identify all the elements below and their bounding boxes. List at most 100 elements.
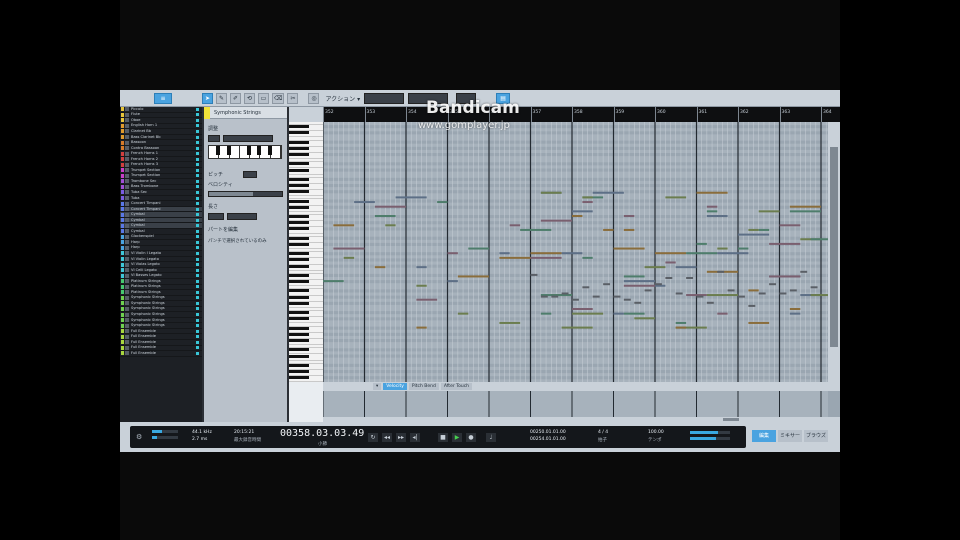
black-key[interactable]	[289, 205, 309, 209]
track-row[interactable]: Full Ensemble	[120, 351, 202, 357]
midi-note[interactable]	[769, 283, 777, 286]
black-key[interactable]	[289, 264, 309, 268]
length-button-2[interactable]	[227, 213, 257, 220]
note-grid-svg[interactable]	[323, 122, 828, 382]
midi-note[interactable]	[758, 210, 780, 213]
black-key[interactable]	[289, 311, 309, 315]
midi-note[interactable]	[603, 283, 611, 286]
undo-tool-button[interactable]: ⟲	[244, 92, 255, 104]
midi-note[interactable]	[457, 275, 489, 278]
key[interactable]	[250, 146, 262, 158]
midi-note[interactable]	[416, 266, 427, 269]
stop-button[interactable]: ■	[438, 433, 448, 442]
midi-note[interactable]	[789, 308, 801, 310]
black-key[interactable]	[289, 242, 309, 246]
black-key[interactable]	[289, 125, 309, 129]
midi-note[interactable]	[520, 228, 552, 231]
midi-note[interactable]	[789, 289, 797, 292]
split-tool-button[interactable]: ✂	[287, 92, 299, 104]
midi-note[interactable]	[665, 277, 673, 279]
black-key[interactable]	[289, 184, 309, 188]
track-visible-checkbox[interactable]	[196, 240, 199, 244]
black-key[interactable]	[289, 162, 309, 166]
track-visible-checkbox[interactable]	[196, 141, 199, 145]
midi-note[interactable]	[696, 242, 707, 245]
midi-note[interactable]	[810, 286, 818, 289]
track-visible-checkbox[interactable]	[196, 335, 199, 339]
midi-note[interactable]	[634, 317, 655, 320]
midi-note[interactable]	[374, 205, 406, 208]
option-edit-part[interactable]: パートを編集	[208, 226, 283, 233]
vertical-scrollbar[interactable]	[828, 122, 840, 382]
midi-note[interactable]	[582, 256, 593, 259]
midi-note[interactable]	[686, 277, 694, 279]
midi-note[interactable]	[457, 312, 469, 315]
midi-note[interactable]	[447, 252, 458, 255]
track-visible-checkbox[interactable]	[196, 290, 199, 294]
black-key[interactable]	[289, 153, 309, 157]
black-key[interactable]	[289, 317, 309, 321]
black-key[interactable]	[289, 332, 309, 336]
track-visible-checkbox[interactable]	[196, 279, 199, 283]
midi-note[interactable]	[385, 224, 396, 227]
midi-note[interactable]	[540, 219, 572, 222]
midi-note[interactable]	[717, 252, 749, 255]
track-visible-checkbox[interactable]	[196, 107, 199, 111]
midi-note[interactable]	[675, 321, 687, 324]
track-visible-checkbox[interactable]	[196, 224, 199, 228]
black-key[interactable]	[289, 354, 309, 358]
tool-button-1[interactable]	[208, 135, 220, 142]
midi-note[interactable]	[789, 275, 801, 278]
midi-note[interactable]	[644, 289, 652, 292]
track-visible-checkbox[interactable]	[196, 124, 199, 128]
erase-tool-button[interactable]: ⌫	[272, 92, 285, 104]
arrow-tool-button[interactable]: ➤	[202, 92, 213, 104]
midi-note[interactable]	[499, 321, 521, 324]
note-grid[interactable]	[323, 122, 828, 382]
black-key[interactable]	[289, 221, 309, 225]
midi-note[interactable]	[738, 247, 749, 250]
midi-note[interactable]	[655, 252, 687, 255]
black-key[interactable]	[289, 363, 309, 367]
midi-note[interactable]	[789, 312, 801, 315]
midi-note[interactable]	[551, 295, 559, 298]
midi-note[interactable]	[333, 247, 365, 250]
midi-note[interactable]	[748, 304, 756, 307]
midi-note[interactable]	[789, 205, 821, 208]
midi-note[interactable]	[800, 270, 808, 273]
midi-note[interactable]	[354, 201, 375, 204]
midi-note[interactable]	[748, 228, 759, 231]
action-menu[interactable]: アクション ▾	[325, 94, 360, 103]
track-visible-checkbox[interactable]	[196, 196, 199, 200]
midi-note[interactable]	[561, 252, 583, 255]
quantize-box[interactable]	[364, 92, 405, 104]
black-key[interactable]	[289, 326, 309, 330]
track-visible-checkbox[interactable]	[196, 118, 199, 122]
midi-note[interactable]	[540, 295, 548, 298]
midi-note[interactable]	[696, 191, 728, 194]
midi-note[interactable]	[623, 280, 655, 283]
midi-note[interactable]	[623, 298, 631, 301]
track-visible-checkbox[interactable]	[196, 218, 199, 222]
midi-note[interactable]	[675, 292, 683, 295]
midi-note[interactable]	[437, 201, 448, 204]
midi-note[interactable]	[623, 275, 645, 278]
midi-note[interactable]	[644, 266, 666, 269]
black-key[interactable]	[289, 140, 309, 144]
midi-note[interactable]	[582, 196, 593, 199]
play-button[interactable]: ▶	[452, 433, 462, 442]
track-visible-checkbox[interactable]	[196, 185, 199, 189]
black-key[interactable]	[289, 289, 309, 293]
midi-note[interactable]	[343, 256, 355, 259]
black-key[interactable]	[289, 236, 309, 240]
black-key[interactable]	[289, 258, 309, 262]
midi-note[interactable]	[572, 210, 593, 213]
midi-note[interactable]	[582, 286, 590, 289]
midi-note[interactable]	[655, 283, 662, 286]
midi-note[interactable]	[499, 252, 510, 255]
tab-after-touch[interactable]: After Touch	[440, 383, 473, 390]
track-visible-checkbox[interactable]	[196, 324, 199, 328]
midi-note[interactable]	[789, 210, 821, 213]
midi-note[interactable]	[623, 284, 655, 287]
pencil-tool-button[interactable]: ✎	[216, 92, 227, 104]
